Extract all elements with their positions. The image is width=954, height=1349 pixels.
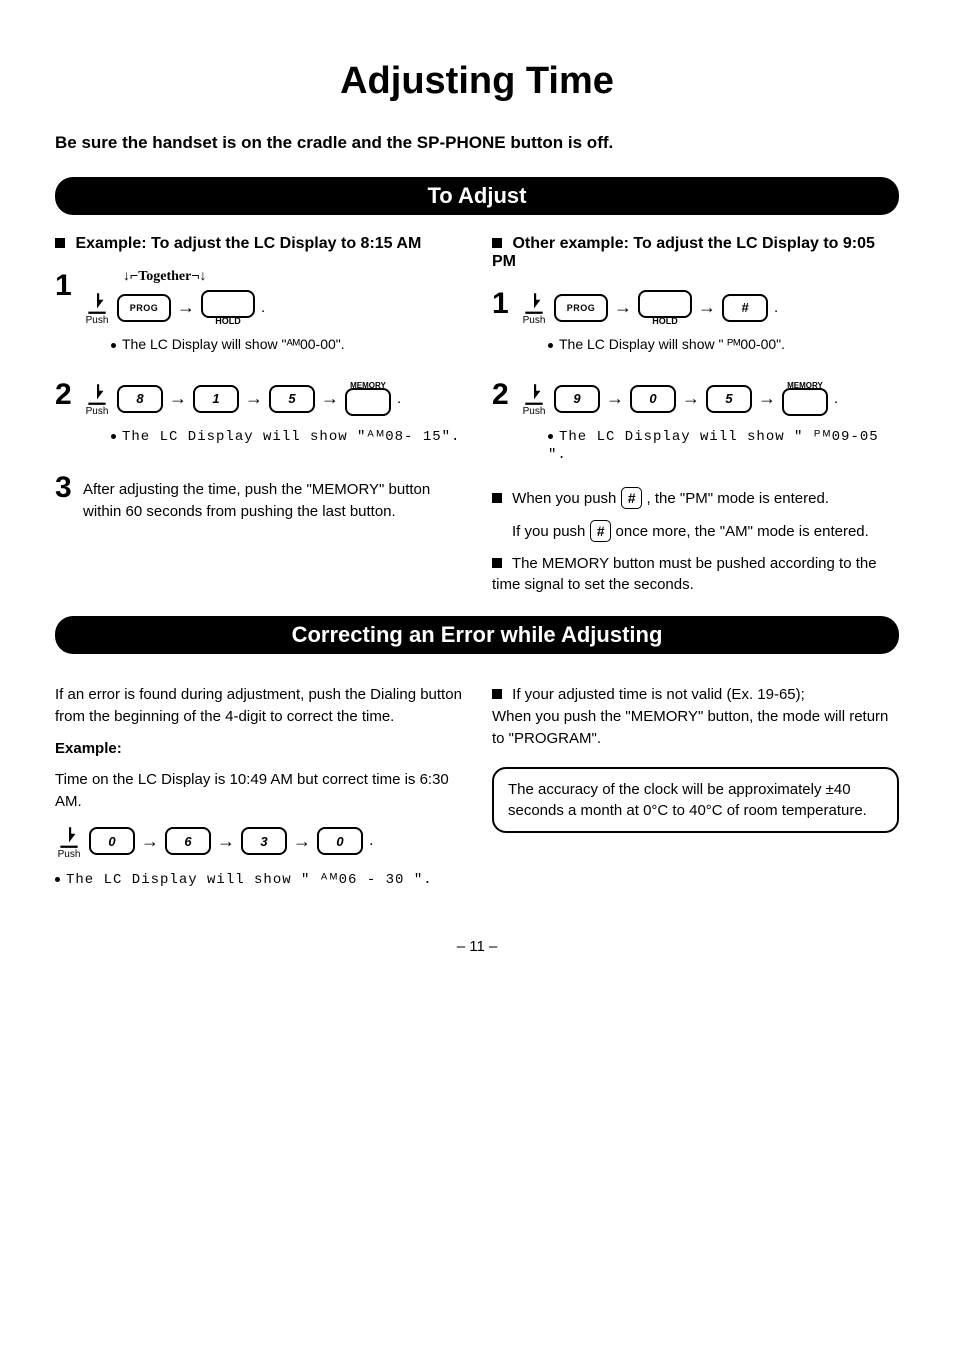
correct-result: The LC Display will show " ᴬᴹ06 - 30 ". xyxy=(66,872,433,888)
push-icon xyxy=(83,380,111,408)
key-1: 1 xyxy=(193,385,239,413)
key-6: 6 xyxy=(165,827,211,855)
step-number-1: 1 xyxy=(492,289,520,319)
arrow-icon: → xyxy=(169,388,187,409)
arrow-icon: → xyxy=(698,297,716,318)
push-label: Push xyxy=(523,315,546,326)
bullet-icon xyxy=(492,558,502,568)
bullet-icon xyxy=(492,689,502,699)
push-icon xyxy=(520,380,548,408)
key-8: 8 xyxy=(117,385,163,413)
push-label: Push xyxy=(86,315,109,326)
section-to-adjust: To Adjust xyxy=(55,177,899,215)
step2-result: The LC Display will show "ᴬᴹ08- 15". xyxy=(122,429,460,445)
step-number-1: 1 xyxy=(55,271,83,301)
hold-label: HOLD xyxy=(652,316,678,326)
pm-note-b: , the "PM" mode is entered. xyxy=(647,490,829,507)
page-title: Adjusting Time xyxy=(55,60,899,103)
hash-key-inline: # xyxy=(590,520,612,542)
arrow-icon: → xyxy=(682,388,700,409)
push-icon xyxy=(55,823,83,851)
step2-result-r: The LC Display will show " ᴾᴹ09-05 ". xyxy=(548,429,879,463)
am-note-a: If you push xyxy=(512,523,590,540)
correct-left: If an error is found during adjustment, … xyxy=(55,674,462,898)
intro-text: Be sure the handset is on the cradle and… xyxy=(55,133,899,153)
bullet-icon xyxy=(492,238,502,248)
page-number: – 11 – xyxy=(55,938,899,955)
correct-example-label: Example: xyxy=(55,740,122,757)
example-label: Example: xyxy=(75,235,146,252)
hash-key-inline: # xyxy=(621,487,643,509)
key-9: 9 xyxy=(554,385,600,413)
prog-button: PROG xyxy=(117,294,171,322)
arrow-icon: → xyxy=(614,297,632,318)
correct-right: If your adjusted time is not valid (Ex. … xyxy=(492,674,899,898)
arrow-icon: → xyxy=(606,388,624,409)
pm-note-a: When you push xyxy=(512,490,620,507)
example-text: To adjust the LC Display to 8:15 AM xyxy=(151,235,421,252)
push-label: Push xyxy=(58,849,81,860)
correct-example-text: Time on the LC Display is 10:49 AM but c… xyxy=(55,769,462,813)
key-0: 0 xyxy=(317,827,363,855)
hold-button xyxy=(201,290,255,318)
right-column: Other example: To adjust the LC Display … xyxy=(492,235,899,606)
arrow-icon: → xyxy=(177,297,195,318)
other-example-label: Other example: xyxy=(512,235,628,252)
arrow-icon: → xyxy=(141,831,159,852)
key-0: 0 xyxy=(89,827,135,855)
hash-button: # xyxy=(722,294,768,322)
invalid-note-2: When you push the "MEMORY" button, the m… xyxy=(492,708,888,747)
push-label: Push xyxy=(86,406,109,417)
key-5: 5 xyxy=(706,385,752,413)
memory-button xyxy=(782,388,828,416)
together-label: Together xyxy=(138,269,191,284)
arrow-icon: → xyxy=(245,388,263,409)
left-column: Example: To adjust the LC Display to 8:1… xyxy=(55,235,462,606)
push-icon xyxy=(83,289,111,317)
section-correcting: Correcting an Error while Adjusting xyxy=(55,616,899,654)
memory-note: The MEMORY button must be pushed accordi… xyxy=(492,555,877,594)
step-number-3: 3 xyxy=(55,473,83,503)
step1-result: The LC Display will show "ᴬᴹ00-00". xyxy=(122,336,345,352)
bullet-icon xyxy=(492,493,502,503)
correct-intro: If an error is found during adjustment, … xyxy=(55,684,462,728)
hold-label: HOLD xyxy=(215,316,241,326)
am-note-b: once more, the "AM" mode is entered. xyxy=(616,523,869,540)
key-5: 5 xyxy=(269,385,315,413)
accuracy-note: The accuracy of the clock will be approx… xyxy=(492,767,899,833)
push-label: Push xyxy=(523,406,546,417)
step-number-2: 2 xyxy=(55,380,83,410)
step-number-2: 2 xyxy=(492,380,520,410)
hold-button xyxy=(638,290,692,318)
invalid-note-1: If your adjusted time is not valid (Ex. … xyxy=(512,686,805,703)
bullet-icon xyxy=(55,238,65,248)
step3-text: After adjusting the time, push the "MEMO… xyxy=(83,479,462,523)
memory-button xyxy=(345,388,391,416)
push-icon xyxy=(520,289,548,317)
key-3: 3 xyxy=(241,827,287,855)
arrow-icon: → xyxy=(758,388,776,409)
prog-button: PROG xyxy=(554,294,608,322)
arrow-icon: → xyxy=(321,388,339,409)
arrow-icon: → xyxy=(293,831,311,852)
step1-result-r: The LC Display will show " ᴾᴹ00-00". xyxy=(559,336,785,352)
key-0: 0 xyxy=(630,385,676,413)
arrow-icon: → xyxy=(217,831,235,852)
